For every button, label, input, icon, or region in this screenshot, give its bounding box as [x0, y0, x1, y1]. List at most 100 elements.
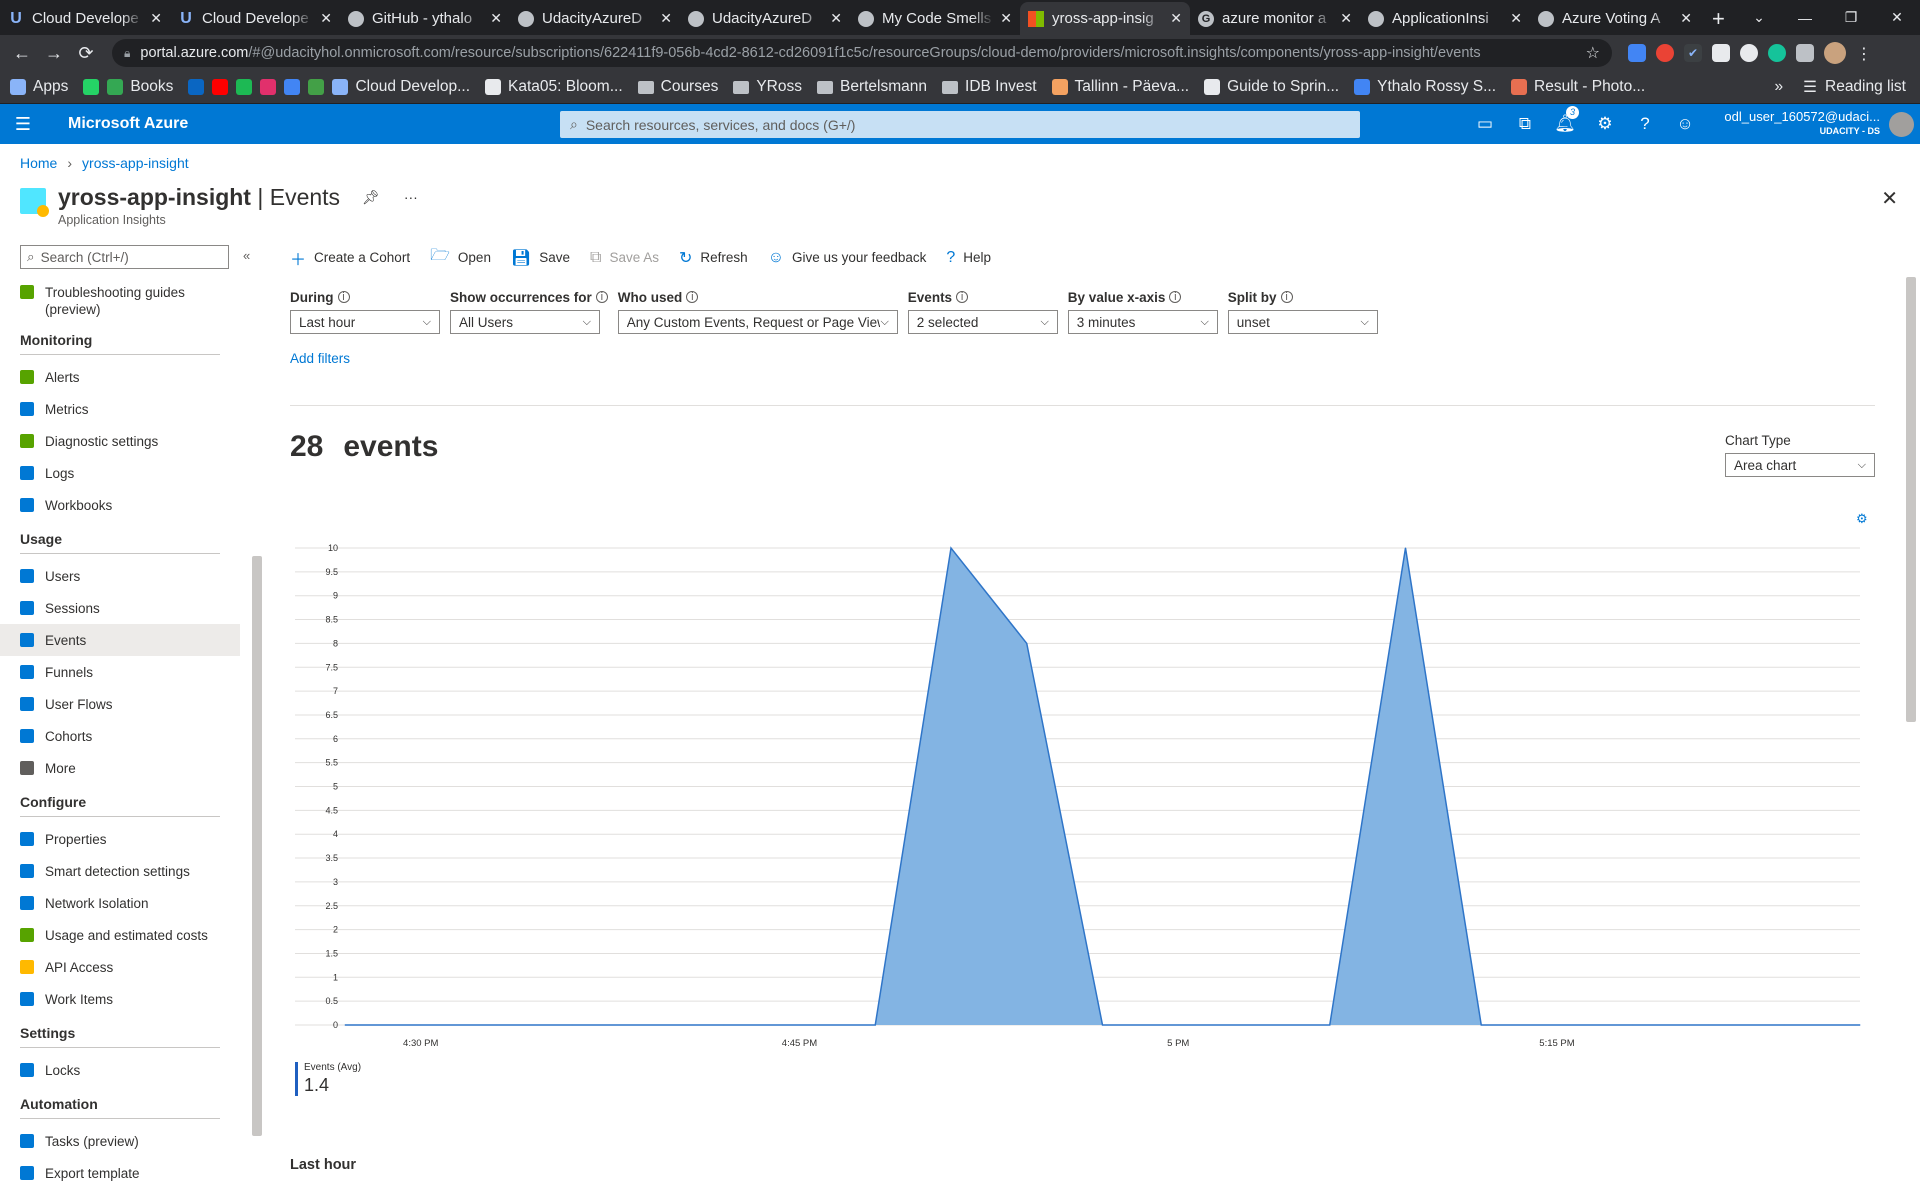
close-tab-icon[interactable]: ✕ — [150, 10, 162, 27]
bookmark-item[interactable] — [260, 79, 277, 95]
sidebar-item-properties[interactable]: Properties — [0, 823, 240, 855]
close-tab-icon[interactable]: ✕ — [1510, 10, 1522, 27]
grammarly-extension-icon[interactable] — [1768, 44, 1786, 62]
more-bookmarks[interactable]: » — [1774, 78, 1783, 96]
close-blade-icon[interactable]: ✕ — [1881, 186, 1898, 211]
sidebar-item-logs[interactable]: Logs — [0, 457, 240, 489]
dark-mode-extension-icon[interactable] — [1740, 44, 1758, 62]
bookmark-folder[interactable]: YRoss — [733, 78, 802, 96]
bookmark-item[interactable] — [83, 79, 100, 95]
global-search-input[interactable]: ⌕ Search resources, services, and docs (… — [560, 111, 1360, 138]
bookmark-item[interactable] — [236, 79, 253, 95]
sidebar-item-cohorts[interactable]: Cohorts — [0, 720, 240, 752]
browser-tab[interactable]: GitHub - ythalo ✕ — [340, 2, 510, 35]
create-cohort-button[interactable]: ＋ Create a Cohort — [290, 246, 410, 270]
more-actions-icon[interactable]: ··· — [404, 189, 418, 206]
sidebar-item-network-isolation[interactable]: Network Isolation — [0, 887, 240, 919]
filter-dropdown[interactable]: unset ⌵ — [1227, 310, 1378, 334]
bookmark-item[interactable]: Guide to Sprin... — [1204, 78, 1339, 96]
bookmark-item[interactable]: Result - Photo... — [1511, 78, 1645, 96]
bookmark-item[interactable]: Tallinn - Päeva... — [1051, 78, 1189, 96]
breadcrumb-resource[interactable]: yross-app-insight — [82, 155, 189, 171]
sidebar-item-metrics[interactable]: Metrics — [0, 393, 240, 425]
close-tab-icon[interactable]: ✕ — [1340, 10, 1352, 27]
browser-tab[interactable]: yross-app-insig ✕ — [1020, 2, 1190, 35]
pin-icon[interactable]: 📌︎ — [362, 189, 380, 206]
save-as-button[interactable]: ⧉ Save As — [590, 249, 659, 267]
browser-tab[interactable]: Azure Voting A ✕ — [1530, 2, 1700, 35]
extension-icon[interactable] — [1656, 44, 1674, 62]
browser-tab[interactable]: Gazure monitor a ✕ — [1190, 2, 1360, 35]
close-tab-icon[interactable]: ✕ — [660, 10, 672, 27]
close-tab-icon[interactable]: ✕ — [1000, 10, 1012, 27]
close-tab-icon[interactable]: ✕ — [830, 10, 842, 27]
address-bar[interactable]: 🔒︎ portal.azure.com/#@udacityhol.onmicro… — [112, 39, 1612, 67]
menu-icon[interactable]: ⋮ — [1856, 44, 1872, 63]
translate-extension-icon[interactable] — [1628, 44, 1646, 62]
sidebar-item-smart-detection-settings[interactable]: Smart detection settings — [0, 855, 240, 887]
feedback-icon[interactable]: ☺ — [1665, 114, 1705, 134]
bookmark-item[interactable] — [188, 79, 205, 95]
add-filters-link[interactable]: Add filters — [290, 351, 350, 366]
restore-button[interactable]: ❐ — [1828, 9, 1874, 26]
close-tab-icon[interactable]: ✕ — [320, 10, 332, 27]
reload-icon[interactable]: ⟳ — [70, 43, 102, 64]
azure-brand[interactable]: Microsoft Azure — [68, 115, 188, 133]
minimize-button[interactable]: — — [1782, 10, 1828, 26]
info-icon[interactable]: i — [595, 291, 608, 303]
bookmark-folder[interactable]: Courses — [637, 78, 718, 96]
help-icon[interactable]: ? — [1625, 114, 1665, 134]
sidebar-item-api-access[interactable]: API Access — [0, 951, 240, 983]
sidebar-item-sessions[interactable]: Sessions — [0, 592, 240, 624]
close-tab-icon[interactable]: ✕ — [1170, 10, 1182, 27]
content-scrollbar-thumb[interactable] — [1906, 277, 1916, 722]
filter-dropdown[interactable]: Any Custom Events, Request or Page View ⌵ — [617, 310, 898, 334]
extension-icon[interactable] — [1712, 44, 1730, 62]
sidebar-item-troubleshooting-guides-preview[interactable]: Troubleshooting guides (preview) — [0, 280, 240, 322]
chart-type-dropdown[interactable]: Area chart ⌵ — [1725, 453, 1875, 477]
sidebar-item-alerts[interactable]: Alerts — [0, 361, 240, 393]
sidebar-item-workbooks[interactable]: Workbooks — [0, 489, 240, 521]
portal-menu-icon[interactable]: ☰ — [0, 114, 46, 135]
menu-search-input[interactable]: ⌕ Search (Ctrl+/) — [20, 245, 229, 269]
bookmark-item[interactable]: Apps — [10, 78, 68, 96]
puzzle-icon[interactable] — [1796, 44, 1814, 62]
browser-tab[interactable]: U Cloud Develope ✕ — [0, 2, 170, 35]
tab-search-icon[interactable]: ⌄ — [1736, 9, 1782, 26]
close-tab-icon[interactable]: ✕ — [1680, 10, 1692, 27]
sidebar-item-user-flows[interactable]: User Flows — [0, 688, 240, 720]
avatar[interactable] — [1889, 112, 1914, 137]
refresh-button[interactable]: ↻ Refresh — [679, 248, 748, 268]
filter-dropdown[interactable]: All Users ⌵ — [450, 310, 600, 334]
bookmark-item[interactable]: Ythalo Rossy S... — [1354, 78, 1496, 96]
bookmark-item[interactable]: Books — [107, 78, 173, 96]
lock-icon[interactable]: 🔒︎ — [124, 46, 130, 61]
browser-tab[interactable]: U Cloud Develope ✕ — [170, 2, 340, 35]
breadcrumb-home[interactable]: Home — [20, 155, 57, 171]
browser-tab[interactable]: My Code Smells ✕ — [850, 2, 1020, 35]
close-tab-icon[interactable]: ✕ — [490, 10, 502, 27]
bookmark-item[interactable]: Cloud Develop... — [332, 78, 470, 96]
collapse-menu-icon[interactable]: « — [243, 248, 250, 263]
bookmark-star-icon[interactable]: ☆ — [1586, 43, 1600, 63]
bookmark-folder[interactable]: Bertelsmann — [817, 78, 927, 96]
feedback-button[interactable]: ☺ Give us your feedback — [768, 249, 927, 267]
info-icon[interactable]: i — [956, 291, 969, 303]
bookmark-item[interactable] — [308, 79, 325, 95]
cloud-shell-icon[interactable]: ▭ — [1465, 114, 1505, 134]
sidebar-item-funnels[interactable]: Funnels — [0, 656, 240, 688]
sidebar-item-locks[interactable]: Locks — [0, 1054, 240, 1086]
new-tab-button[interactable]: + — [1700, 2, 1737, 35]
browser-tab[interactable]: UdacityAzureD ✕ — [510, 2, 680, 35]
save-button[interactable]: 💾︎ Save — [511, 248, 570, 268]
browser-tab[interactable]: UdacityAzureD ✕ — [680, 2, 850, 35]
back-icon[interactable]: ← — [6, 43, 38, 64]
profile-avatar[interactable] — [1824, 42, 1846, 64]
sidebar-item-users[interactable]: Users — [0, 560, 240, 592]
reading-list-icon[interactable]: ☰ — [1803, 78, 1817, 97]
directory-filter-icon[interactable]: ⧉ — [1505, 114, 1545, 134]
close-window-button[interactable]: ✕ — [1874, 9, 1920, 26]
info-icon[interactable]: i — [1280, 291, 1293, 303]
info-icon[interactable]: i — [686, 291, 699, 303]
bookmark-item[interactable] — [284, 79, 301, 95]
